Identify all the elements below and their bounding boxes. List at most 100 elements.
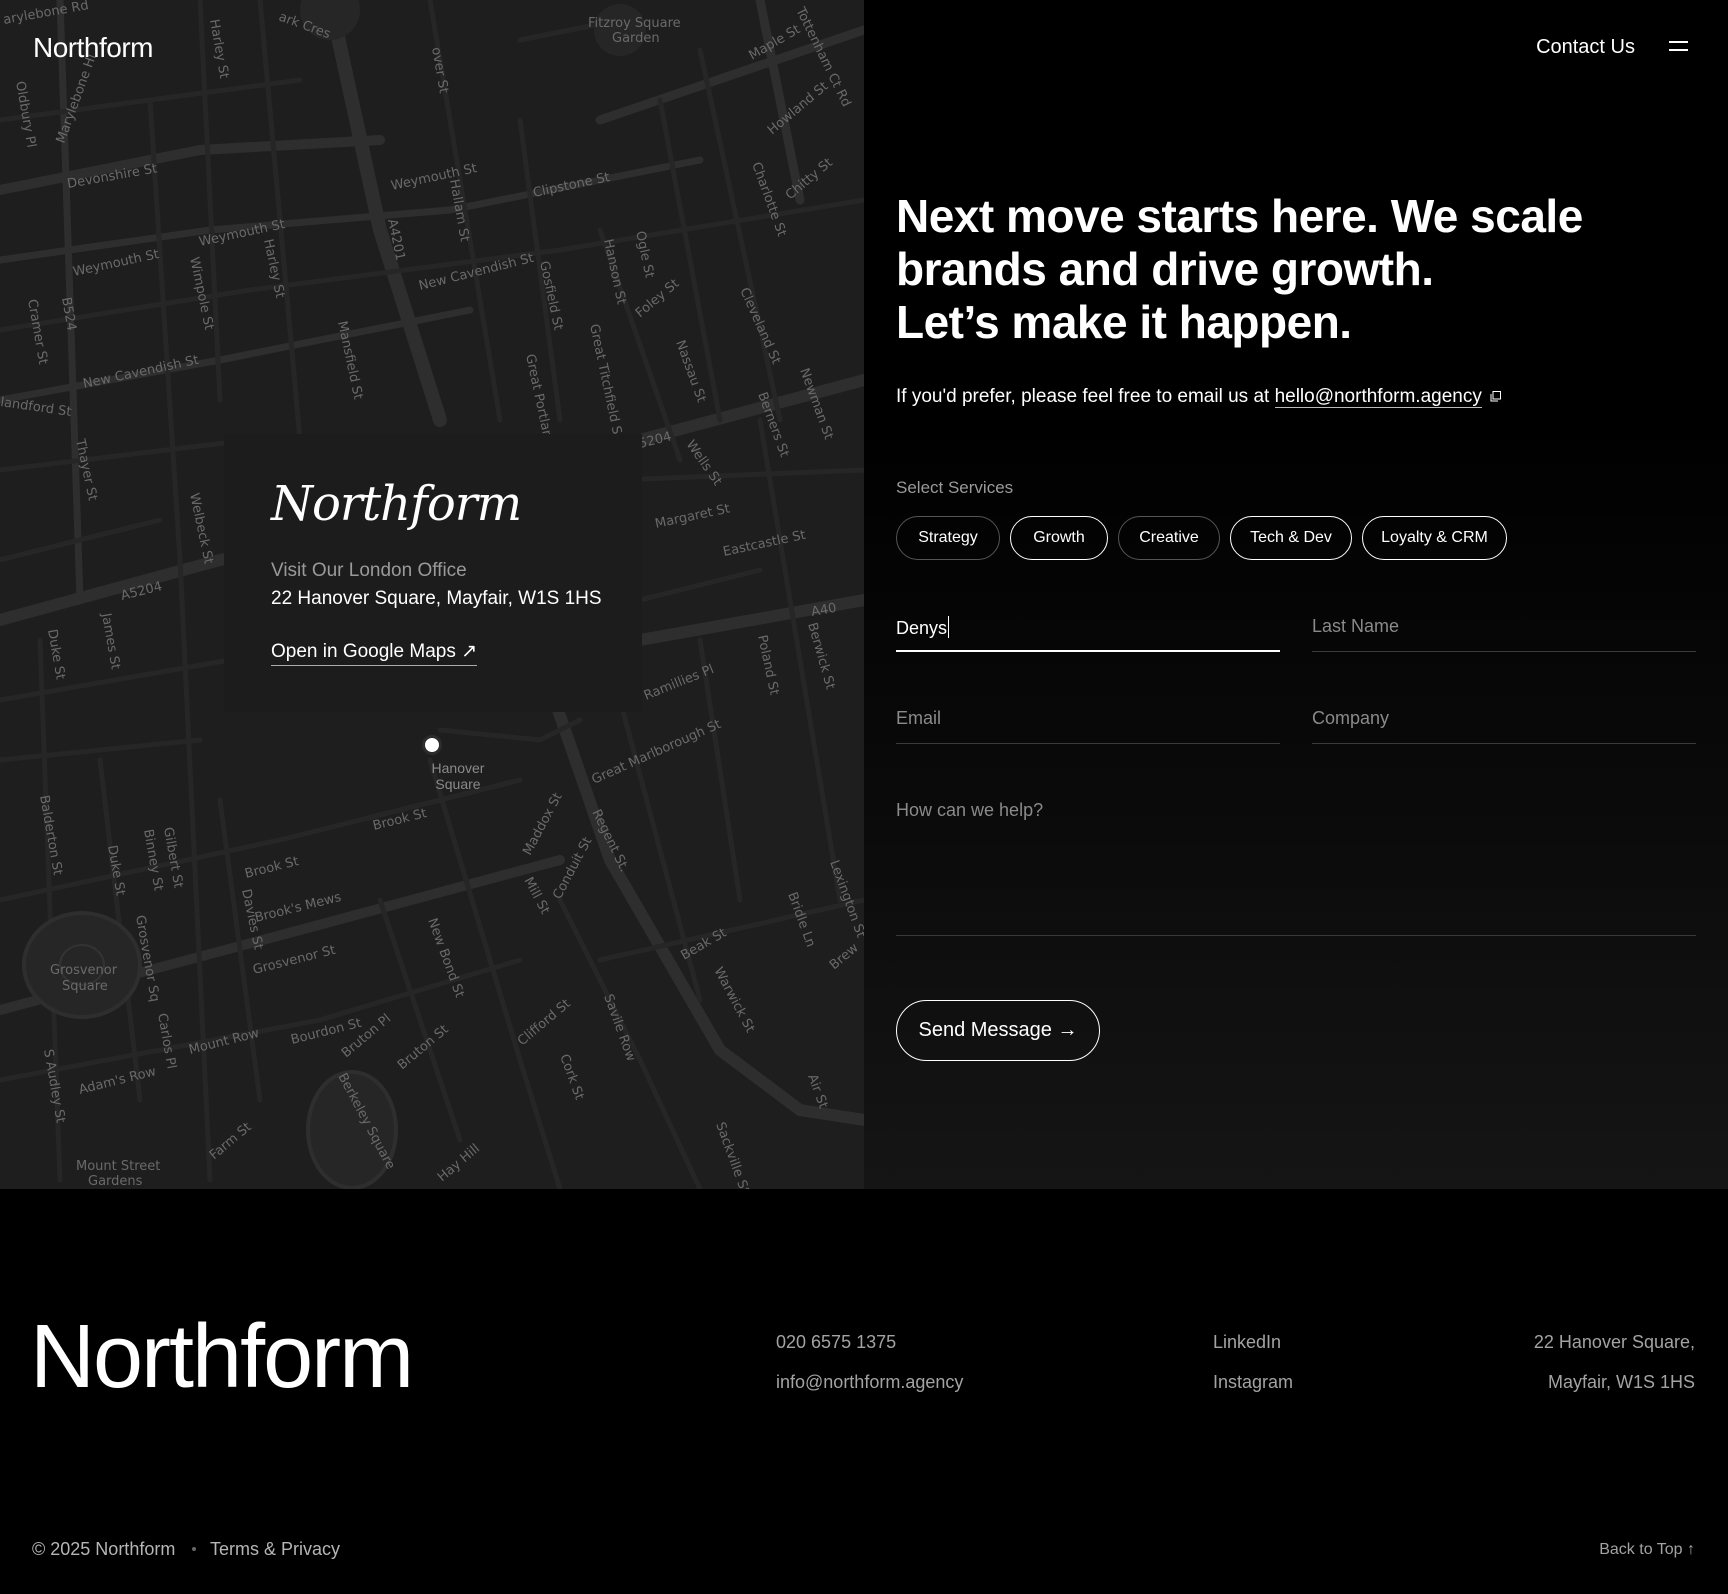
email-placeholder: Email <box>896 708 942 728</box>
svg-text:Air St: Air St <box>804 1072 830 1110</box>
svg-text:Charlotte St: Charlotte St <box>748 160 789 238</box>
last-name-placeholder: Last Name <box>1312 616 1400 636</box>
company-field[interactable]: Company <box>1312 698 1696 744</box>
footer-address-line-1: 22 Hanover Square, <box>1533 1332 1695 1352</box>
svg-text:Maddox St: Maddox St <box>520 790 565 857</box>
email-prompt-text: If you'd prefer, please feel free to ema… <box>896 386 1275 407</box>
svg-text:Conduit St: Conduit St <box>550 835 595 902</box>
footer-linkedin[interactable]: LinkedIn <box>1213 1332 1281 1353</box>
message-placeholder: How can we help? <box>896 800 1044 820</box>
send-message-button[interactable]: Send Message → <box>896 1000 1100 1061</box>
service-chip-loyalty-crm[interactable]: Loyalty & CRM <box>1362 516 1507 560</box>
svg-text:landford St: landford St <box>0 395 72 420</box>
svg-text:Weymouth St: Weymouth St <box>72 247 161 280</box>
svg-text:Duke St: Duke St <box>44 628 68 681</box>
svg-text:Garden: Garden <box>612 31 660 46</box>
svg-text:Adam's Row: Adam's Row <box>77 1064 158 1098</box>
svg-text:Sackville St: Sackville St <box>712 1120 752 1189</box>
svg-text:Clifford St: Clifford St <box>515 996 574 1049</box>
google-maps-link[interactable]: Open in Google Maps ↗ <box>271 640 478 666</box>
svg-text:Fitzroy Square: Fitzroy Square <box>588 16 681 31</box>
svg-text:Farm St: Farm St <box>207 1120 255 1163</box>
svg-text:Duke St: Duke St <box>104 844 128 897</box>
svg-text:Bridle Ln: Bridle Ln <box>784 890 818 949</box>
headline-line-1: Next move starts here. We scale <box>896 190 1583 242</box>
svg-text:Margaret St: Margaret St <box>654 501 732 532</box>
svg-text:Brew: Brew <box>827 940 862 973</box>
svg-text:B524: B524 <box>58 296 79 332</box>
svg-text:Mill St: Mill St <box>520 875 552 917</box>
svg-text:Gardens: Gardens <box>88 1174 143 1189</box>
svg-text:Wells St: Wells St <box>683 438 725 489</box>
svg-text:Mount Street: Mount Street <box>76 1159 160 1174</box>
site-logo[interactable]: Northform <box>33 32 153 64</box>
svg-text:Hanson St: Hanson St <box>600 238 628 306</box>
footer-email[interactable]: info@northform.agency <box>776 1372 963 1393</box>
svg-text:Weymouth St: Weymouth St <box>390 161 479 194</box>
svg-text:Eastcastle St: Eastcastle St <box>722 528 807 560</box>
svg-text:Newman St: Newman St <box>796 366 836 441</box>
svg-text:Welbeck St: Welbeck St <box>186 492 216 566</box>
services-label: Select Services <box>896 478 1014 497</box>
pin-label: Hanover Square <box>431 760 485 792</box>
svg-text:Poland St: Poland St <box>754 634 781 697</box>
svg-text:arylebone Rd: arylebone Rd <box>2 0 90 28</box>
text-caret <box>948 616 950 638</box>
svg-text:Balderton St: Balderton St <box>36 794 65 876</box>
service-chip-tech-dev[interactable]: Tech & Dev <box>1230 516 1352 560</box>
office-card-brand: Northform <box>271 476 522 532</box>
svg-text:Savile Row: Savile Row <box>600 992 638 1064</box>
footer-logo[interactable]: Northform <box>30 1306 414 1409</box>
message-field[interactable]: How can we help? <box>896 790 1696 936</box>
email-prompt: If you'd prefer, please feel free to ema… <box>896 386 1501 408</box>
svg-text:Gosfield St: Gosfield St <box>536 260 565 332</box>
footer-phone[interactable]: 020 6575 1375 <box>776 1332 896 1353</box>
svg-text:5204: 5204 <box>637 429 673 452</box>
contact-us-link[interactable]: Contact Us <box>1536 36 1635 59</box>
service-chip-creative[interactable]: Creative <box>1118 516 1220 560</box>
svg-text:over St: over St <box>428 46 451 94</box>
service-chip-growth[interactable]: Growth <box>1010 516 1108 560</box>
svg-text:Warwick St: Warwick St <box>710 965 757 1035</box>
last-name-field[interactable]: Last Name <box>1312 606 1696 652</box>
svg-text:Brook St: Brook St <box>243 854 300 882</box>
first-name-field[interactable]: Denys <box>896 606 1280 652</box>
svg-text:Square: Square <box>62 979 108 994</box>
office-card: Northform Visit Our London Office 22 Han… <box>224 434 642 712</box>
office-card-subtitle: Visit Our London Office <box>271 560 467 581</box>
separator-dot <box>192 1547 196 1551</box>
copyright: © 2025 Northform <box>32 1539 176 1559</box>
svg-text:Cork St: Cork St <box>556 1052 586 1102</box>
svg-text:Great Titchfield St: Great Titchfield St <box>586 323 625 441</box>
site-footer: Northform 020 6575 1375 info@northform.a… <box>0 1189 1728 1594</box>
svg-text:Cramer St: Cramer St <box>24 298 50 365</box>
hamburger-icon[interactable] <box>1669 41 1688 51</box>
contact-form-panel: Contact Us Next move starts here. We sca… <box>864 0 1728 1189</box>
svg-text:Grosvenor: Grosvenor <box>50 963 118 978</box>
location-pin-icon[interactable] <box>422 735 442 755</box>
office-card-address: 22 Hanover Square, Mayfair, W1S 1HS <box>271 588 602 609</box>
svg-text:Nassau St: Nassau St <box>672 338 708 404</box>
svg-text:Mount Row: Mount Row <box>187 1026 261 1058</box>
service-chip-strategy[interactable]: Strategy <box>896 516 1000 560</box>
first-name-value: Denys <box>896 618 948 638</box>
svg-text:Harley St: Harley St <box>206 18 231 80</box>
contact-section: arylebone Rd Fitzroy Square Garden Devon… <box>0 0 1728 1189</box>
svg-text:Foley St: Foley St <box>633 276 682 321</box>
company-placeholder: Company <box>1312 708 1390 728</box>
office-map[interactable]: arylebone Rd Fitzroy Square Garden Devon… <box>0 0 864 1189</box>
email-field[interactable]: Email <box>896 698 1280 744</box>
footer-instagram[interactable]: Instagram <box>1213 1372 1293 1393</box>
svg-text:Hay Hill: Hay Hill <box>435 1141 483 1185</box>
svg-text:Carlos Pl: Carlos Pl <box>154 1012 179 1070</box>
footer-address-line-2: Mayfair, W1S 1HS <box>1547 1372 1695 1392</box>
headline-line-3: Let’s make it happen. <box>896 296 1352 348</box>
terms-privacy-link[interactable]: Terms & Privacy <box>210 1539 340 1560</box>
email-link[interactable]: hello@northform.agency <box>1274 386 1482 408</box>
copy-icon[interactable] <box>1490 391 1501 402</box>
back-to-top-link[interactable]: Back to Top ↑ <box>1599 1541 1695 1559</box>
svg-text:New Cavendish St: New Cavendish St <box>82 353 200 392</box>
svg-text:Great Marlborough St: Great Marlborough St <box>590 717 724 788</box>
headline-line-2: brands and drive growth. <box>896 243 1434 295</box>
svg-text:Clipstone St: Clipstone St <box>532 170 612 201</box>
